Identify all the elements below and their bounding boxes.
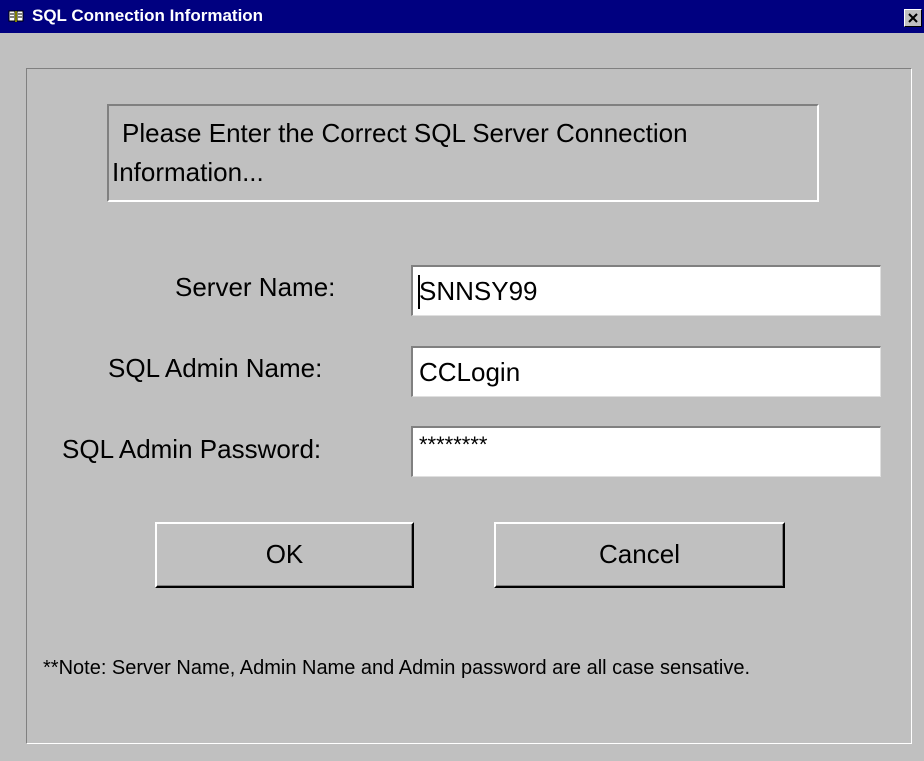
close-icon [908,13,918,23]
server-name-label: Server Name: [175,272,336,302]
text-cursor [418,275,420,309]
title-bar[interactable]: SQL Connection Information [0,0,924,33]
ok-button[interactable]: OK [155,522,414,588]
admin-password-input[interactable]: ******** [411,426,881,477]
instruction-text: Please Enter the Correct SQL Server Conn… [112,118,688,187]
admin-name-value: CCLogin [419,357,521,387]
admin-name-input[interactable]: CCLogin [411,346,881,397]
admin-name-label: SQL Admin Name: [108,353,323,383]
server-name-input[interactable]: SNNSY99 [411,265,881,316]
instruction-box: Please Enter the Correct SQL Server Conn… [107,104,819,202]
admin-password-label: SQL Admin Password: [62,434,322,464]
close-button[interactable] [904,9,922,27]
book-icon[interactable] [8,8,24,24]
window-title: SQL Connection Information [32,6,264,25]
admin-password-value: ******** [419,432,488,457]
case-sensitivity-note: **Note: Server Name, Admin Name and Admi… [43,657,751,679]
server-name-value: SNNSY99 [419,276,538,306]
cancel-button[interactable]: Cancel [494,522,785,588]
